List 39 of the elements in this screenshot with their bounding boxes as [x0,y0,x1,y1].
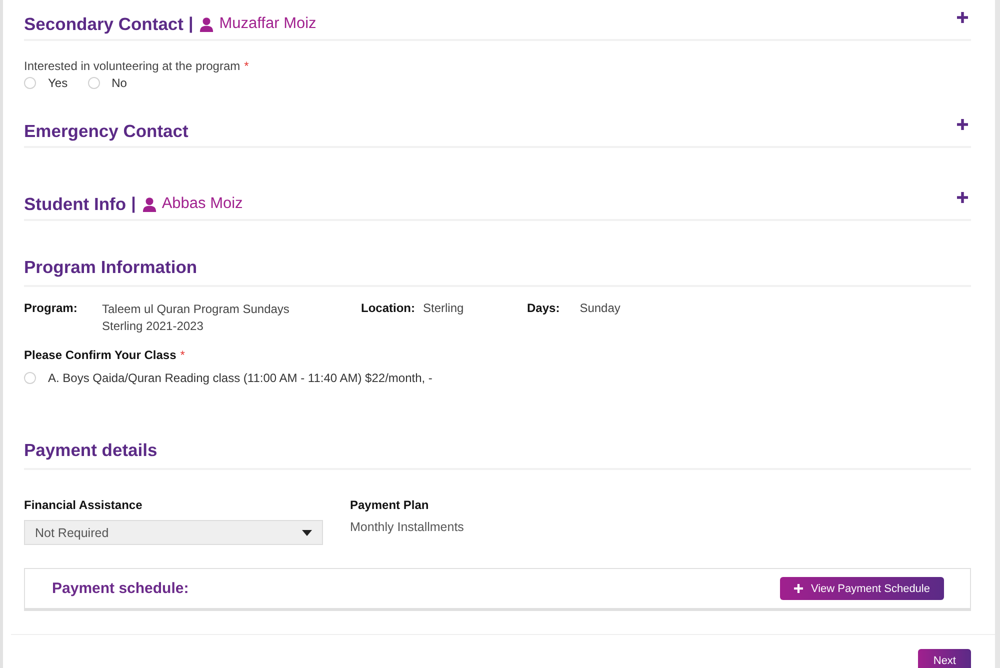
person-icon [199,16,214,32]
expand-icon[interactable] [957,119,968,130]
section-title: Payment details [24,439,158,462]
field-value: Taleem ul Quran Program Sundays Sterling 2021-2023 [102,301,290,335]
field-label: Financial Assistance [24,498,144,512]
panel-title: Payment schedule: [52,580,189,597]
expand-icon[interactable] [957,12,968,23]
field-value: Sunday [580,301,620,317]
contact-name: Abbas Moiz [162,195,243,213]
question-label: Please Confirm Your Class [24,348,176,362]
title-separator: | [188,14,194,34]
title-separator: | [131,194,136,214]
required-mark: * [180,348,185,362]
option-label[interactable]: No [112,76,127,90]
option-label[interactable]: Yes [48,76,68,90]
section-title: Secondary Contact [24,13,184,36]
field-label: Days: [527,301,560,317]
financial-assistance-dropdown[interactable]: Not Required [24,520,323,545]
radio-button[interactable] [88,77,100,89]
field-value: Sterling [423,301,464,317]
caret-icon [302,530,312,536]
next-button[interactable]: Next [918,649,971,668]
plus-icon [794,584,803,593]
field-label: Payment Plan [350,498,430,512]
radio-button[interactable] [24,77,36,89]
field-label: Program: [24,301,78,317]
section-title: Student Info [24,193,126,216]
contact-name: Muzaffar Moiz [219,15,316,33]
section-title: Emergency Contact [24,120,188,143]
field-label: Location: [361,301,415,317]
person-icon [142,196,157,212]
option-label[interactable]: A. Boys Qaida/Quran Reading class (11:00 AM - 11:40 AM) $22/month, - [48,371,432,385]
expand-icon[interactable] [957,192,968,203]
section-title: Program Information [24,256,198,279]
question-label: Interested in volunteering at the program [24,59,240,73]
view-payment-schedule-button[interactable]: View Payment Schedule [780,577,944,600]
radio-button[interactable] [24,372,36,384]
required-mark: * [244,59,249,73]
field-value: Monthly Installments [350,520,464,534]
